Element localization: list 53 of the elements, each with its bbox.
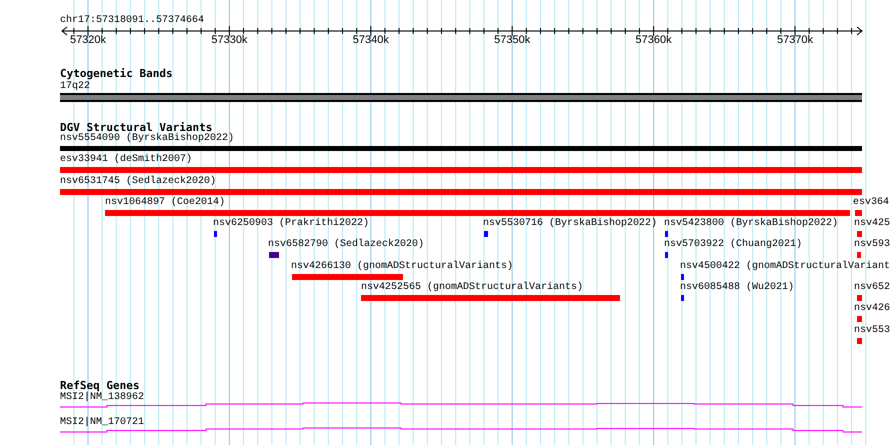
variant-bar[interactable] (60, 146, 862, 151)
variant-bar[interactable] (484, 231, 488, 237)
track-title: RefSeq Genes (60, 380, 140, 391)
region-coordinates: chr17:57318091..57374664 (60, 15, 204, 26)
tick-label: 57370k (776, 35, 814, 46)
variant-label[interactable]: nsv652 (854, 282, 890, 293)
variant-bar[interactable] (857, 231, 862, 237)
variant-label[interactable]: nsv6250903 (Prakrithi2022) (213, 218, 370, 229)
variant-bar[interactable] (857, 316, 862, 322)
variant-label[interactable]: nsv6531745 (Sedlazeck2020) (60, 176, 216, 187)
gene-model-drawing[interactable] (60, 402, 862, 408)
variant-label[interactable]: nsv6582790 (Sedlazeck2020) (268, 239, 424, 250)
track-title: DGV Structural Variants (60, 122, 212, 133)
variant-bar[interactable] (105, 210, 850, 216)
variant-bar[interactable] (857, 338, 862, 344)
variant-bar[interactable] (214, 231, 217, 237)
variant-label[interactable]: esv364 (853, 197, 890, 208)
variant-label[interactable]: nsv5554090 (ByrskaBishop2022) (60, 133, 234, 144)
variant-bar[interactable] (857, 252, 861, 258)
tick-label: 57330k (211, 35, 248, 46)
variant-label[interactable]: nsv426 (854, 303, 890, 314)
variant-label[interactable]: nsv4266130 (gnomADStructuralVariants) (291, 261, 514, 272)
variant-bar[interactable] (292, 274, 403, 280)
variant-label[interactable]: nsv1064897 (Coe2014) (105, 197, 226, 208)
tick-label: 57350k (494, 35, 530, 46)
variant-bar[interactable] (857, 295, 862, 301)
variant-bar[interactable] (60, 189, 862, 195)
variant-label[interactable]: nsv5530716 (ByrskaBishop2022) (483, 218, 658, 229)
variant-bar[interactable] (361, 295, 620, 301)
gene-label[interactable]: MSI2|NM_170721 (60, 417, 144, 428)
band-label: 17q22 (60, 81, 90, 92)
variant-bar[interactable] (855, 210, 862, 216)
variant-bar[interactable] (60, 167, 862, 173)
variant-bar[interactable] (665, 231, 668, 237)
variant-bar[interactable] (269, 252, 279, 258)
variant-label[interactable]: nsv4252565 (gnomADStructuralVariants) (361, 282, 584, 293)
variant-label[interactable]: nsv6085488 (Wu2021) (680, 282, 794, 293)
variant-label[interactable]: nsv593 (854, 239, 890, 250)
gene-label[interactable]: MSI2|NM_138962 (60, 392, 144, 403)
variant-label[interactable]: nsv5423800 (ByrskaBishop2022) (664, 218, 838, 229)
variant-bar[interactable] (665, 252, 668, 258)
variant-label[interactable]: nsv4500422 (gnomADStructuralVariant (680, 261, 890, 272)
variant-bar[interactable] (681, 295, 684, 301)
variant-label[interactable]: nsv5703922 (Chuang2021) (664, 239, 802, 250)
variant-bar[interactable] (681, 274, 684, 280)
variant-label[interactable]: esv33941 (deSmith2007) (60, 154, 192, 165)
variant-label[interactable]: nsv425 (854, 218, 890, 229)
track-title: Cytogenetic Bands (60, 68, 173, 79)
tick-label: 57340k (352, 35, 389, 46)
tick-label: 57360k (636, 35, 672, 46)
variant-label[interactable]: nsv553 (854, 325, 890, 336)
gene-model-drawing[interactable] (60, 428, 862, 432)
tick-label: 57320k (70, 35, 106, 46)
